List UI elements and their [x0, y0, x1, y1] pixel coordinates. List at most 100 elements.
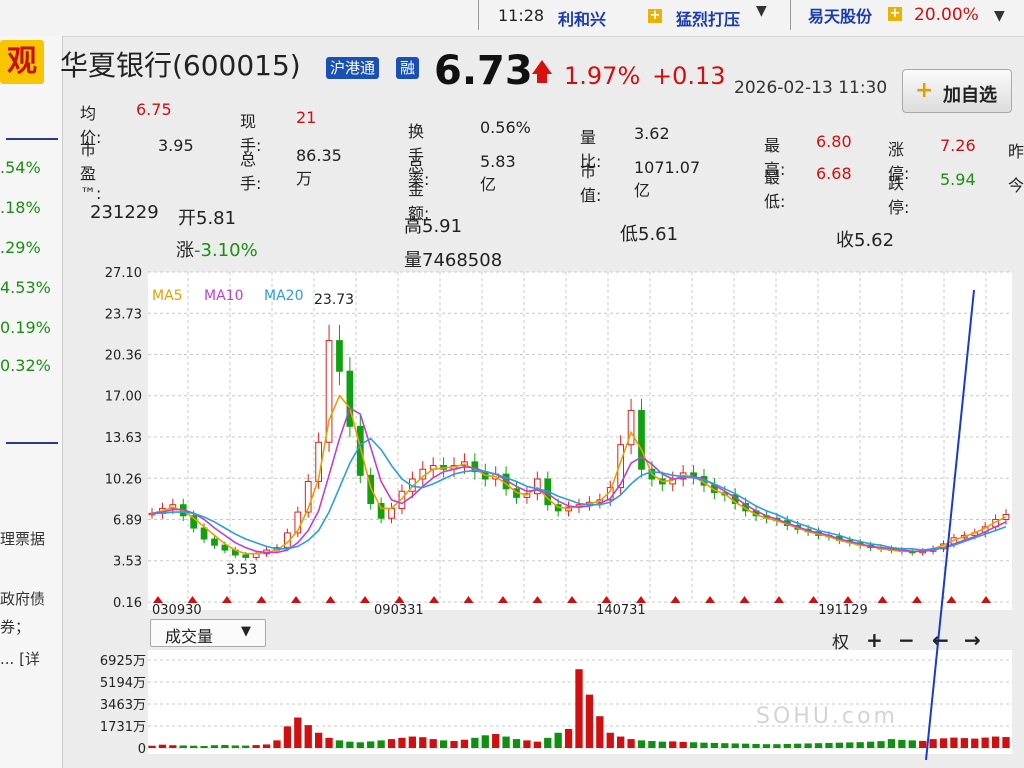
volume-bar: [356, 742, 364, 748]
y-axis: 27.10 23.73 20.36 17.00 13.63 10.26 6.89 3.53 0.…: [105, 266, 142, 611]
zoom-out-button[interactable]: −: [898, 628, 915, 652]
adjust-rights-button[interactable]: 权: [832, 628, 849, 653]
volume-bar: [721, 743, 729, 748]
volume-bar: [273, 740, 281, 748]
volume-bar: [1002, 737, 1010, 748]
x-tick-label: 030930: [152, 603, 202, 618]
volume-bar: [783, 743, 791, 748]
volume-bar: [846, 742, 854, 748]
volume-bar: [877, 741, 885, 748]
chart-plot-area: [148, 272, 1012, 610]
volume-bar: [596, 716, 604, 748]
legend-item: MA20: [264, 288, 303, 304]
volume-bar: [554, 732, 562, 748]
volume-bar: [856, 742, 864, 748]
volume-bar: [294, 717, 302, 748]
volume-bar: [398, 737, 406, 748]
scroll-left-button[interactable]: ←: [932, 628, 949, 652]
volume-bar: [242, 745, 250, 748]
volume-bar: [346, 741, 354, 748]
volume-bar: [825, 742, 833, 748]
volume-bar: [939, 738, 948, 748]
candle-body: [356, 425, 364, 476]
volume-bar: [658, 741, 666, 748]
volume-bar: [794, 743, 802, 748]
volume-bar: [283, 726, 292, 748]
volume-bar: [439, 740, 448, 748]
indicator-select-label: 成交量: [165, 627, 214, 646]
volume-bar: [710, 742, 719, 748]
volume-bar: [304, 725, 312, 748]
candle-body: [211, 538, 218, 546]
volume-bar: [804, 743, 812, 748]
volume-bar: [991, 736, 1000, 748]
volume-bar: [523, 740, 531, 748]
volume-bar: [231, 745, 239, 748]
volume-bar: [669, 741, 677, 748]
x-tick-label: 140731: [596, 603, 646, 618]
volume-bar: [387, 739, 396, 748]
volume-bar: [544, 737, 552, 748]
volume-bar: [575, 669, 583, 748]
volume-bar: [481, 735, 489, 748]
volume-bar: [169, 745, 177, 748]
volume-bar: [752, 743, 760, 748]
volume-bar: [408, 736, 417, 748]
scroll-right-button[interactable]: →: [964, 628, 981, 652]
volume-bar: [762, 744, 771, 748]
volume-bar: [252, 745, 260, 748]
volume-bar: [866, 741, 875, 748]
legend-item: MA5: [152, 288, 183, 304]
y-tick-label: 3.53: [113, 555, 142, 570]
volume-bar: [919, 740, 927, 748]
volume-bar: [617, 736, 625, 748]
max-price-label: 23.73: [314, 292, 354, 308]
volume-bar: [731, 743, 739, 748]
volume-bar: [929, 739, 937, 748]
volume-y-tick-label: 5194万: [100, 676, 146, 691]
volume-bar: [158, 744, 167, 748]
volume-bar: [648, 741, 656, 748]
volume-bar: [377, 740, 385, 748]
candle-body: [638, 409, 645, 470]
x-tick-label: 090331: [374, 603, 424, 618]
volume-bar: [887, 739, 896, 748]
volume-bar: [950, 737, 958, 748]
volume-bar: [689, 742, 698, 748]
kline-chart[interactable]: 27.10 23.73 20.36 17.00 13.63 10.26 6.89 3.53 0.…: [0, 0, 1024, 768]
volume-bar: [627, 739, 635, 748]
chevron-down-icon: ▼: [241, 624, 251, 639]
y-tick-label: 27.10: [105, 266, 142, 281]
volume-bar: [564, 728, 573, 748]
y-tick-label: 17.00: [105, 390, 142, 405]
volume-bar: [450, 741, 458, 748]
volume-bar: [335, 740, 344, 748]
volume-y-tick-label: 3463万: [100, 698, 146, 713]
volume-y-tick-label: 6925万: [100, 654, 146, 669]
volume-bar: [898, 739, 906, 748]
zoom-in-button[interactable]: +: [866, 628, 883, 652]
y-tick-label: 10.26: [105, 472, 142, 487]
volume-bar: [419, 737, 427, 748]
volume-bar: [679, 741, 687, 748]
volume-y-axis: 6925万 5194万 3463万 1731万 0: [100, 654, 146, 757]
volume-bar: [814, 743, 823, 748]
volume-bar: [835, 742, 844, 748]
volume-bar: [971, 738, 979, 748]
volume-bar: [367, 741, 375, 748]
volume-bar: [502, 736, 510, 748]
volume-bar: [314, 732, 323, 748]
x-tick-label: 191129: [818, 603, 868, 618]
y-tick-label: 0.16: [113, 596, 142, 611]
legend-item: MA10: [204, 288, 243, 304]
volume-bar: [210, 745, 219, 748]
volume-bar: [908, 740, 916, 748]
volume-bar: [221, 744, 229, 748]
watermark: SOHU.com: [756, 704, 898, 729]
volume-bar: [533, 741, 541, 748]
volume-bar: [700, 742, 708, 748]
y-tick-label: 13.63: [105, 431, 142, 446]
indicator-select[interactable]: 成交量 ▼: [150, 619, 266, 647]
volume-bar: [148, 745, 156, 748]
volume-y-tick-label: 1731万: [100, 720, 146, 735]
